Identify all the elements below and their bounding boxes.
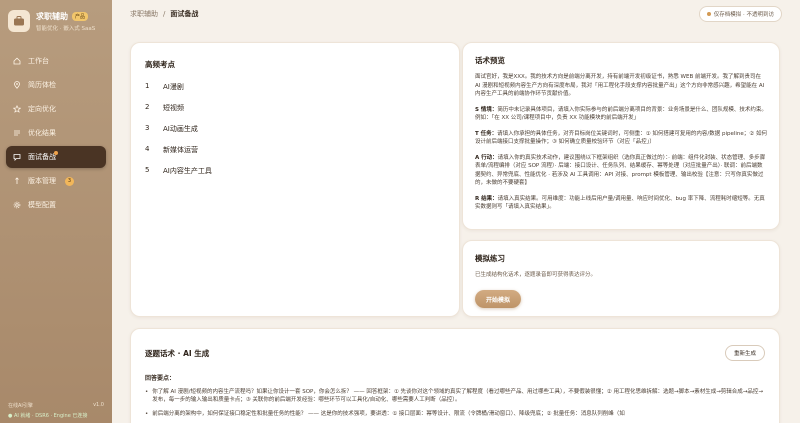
answer-points-label: 回答要点： xyxy=(145,375,176,382)
point-text: AI动画生成 xyxy=(163,125,198,133)
high-frequency-points-card: 高频考点 1 AI漫剧 2 短视频 3 AI动画生成 4 新媒体运营 5 AI内容生产工具 xyxy=(130,42,460,317)
active-dot xyxy=(54,151,58,155)
sidebar-item-label: 版本管理 xyxy=(28,177,56,185)
sidebar-item-label: 模型配置 xyxy=(28,201,56,209)
start-mock-button[interactable]: 开始模拟 xyxy=(475,290,521,308)
points-title: 高频考点 xyxy=(145,60,175,69)
footer-status: ● AI 就绪 · DSR6 · Engine 已连接 xyxy=(8,413,88,419)
topbar: 求职辅助 / 面试备战 仅存档模拟 · 不透明到访 xyxy=(112,0,800,28)
answer-text: 你了解 AI 漫剧/短视频的内容生产流程吗？如果让你设计一套 SOP，你会怎么拆… xyxy=(152,389,764,403)
practice-desc: 已生成结构化话术，逐题录音即可获得表达评分。 xyxy=(475,272,597,278)
version-count-badge: 3 xyxy=(65,176,74,186)
sidebar-item-label: 定向优化 xyxy=(28,105,56,113)
regenerate-button[interactable]: 重新生成 xyxy=(724,345,765,361)
sidebar-item-version-manage[interactable]: 版本管理 3 xyxy=(6,170,106,192)
list-item: 你了解 AI 漫剧/短视频的内容生产流程吗？如果让你设计一套 SOP，你会怎么拆… xyxy=(145,388,765,404)
script-title: 话术预览 xyxy=(475,56,505,65)
points-list: 1 AI漫剧 2 短视频 3 AI动画生成 4 新媒体运营 5 AI内容生产工具 xyxy=(145,82,445,176)
briefcase-icon xyxy=(8,10,30,32)
list-icon xyxy=(14,130,20,136)
generated-title: 逐题话术 · AI 生成 xyxy=(145,348,210,358)
brand: 求职辅助 产品 智能优化 · 嵌入式 SaaS xyxy=(0,0,112,42)
sidebar: 求职辅助 产品 智能优化 · 嵌入式 SaaS 工作台 简历体检 定向优化 优化… xyxy=(0,0,112,423)
sidebar-item-label: 优化结果 xyxy=(28,129,56,137)
s-label: S 情境： xyxy=(475,106,498,113)
chat-icon xyxy=(13,154,21,161)
point-text: AI内容生产工具 xyxy=(163,167,212,175)
mock-practice-card: 模拟练习 已生成结构化话术，逐题录音即可获得表达评分。 开始模拟 xyxy=(462,240,780,317)
app-root: 求职辅助 产品 智能优化 · 嵌入式 SaaS 工作台 简历体检 定向优化 优化… xyxy=(0,0,800,423)
version-icon xyxy=(15,177,19,184)
privacy-label: 仅存档模拟 · 不透明到访 xyxy=(713,12,774,18)
list-item: 3 AI动画生成 xyxy=(145,124,198,133)
home-icon xyxy=(13,57,21,65)
answer-text: 前后端分离的架构中，如何保证接口稳定性和批量任务的性能？ —— 这是你的技术强项… xyxy=(152,411,625,417)
script-t: T 任务：请填入你承担的具体任务，对齐目标岗位关键词时，可侧重：① 如何搭建可复… xyxy=(475,130,767,147)
main-content: 求职辅助 / 面试备战 仅存档模拟 · 不透明到访 高频考点 1 AI漫剧 2 短视… xyxy=(112,0,800,423)
footer-version: v1.0 xyxy=(93,402,104,408)
sidebar-item-resume-check[interactable]: 简历体检 xyxy=(6,74,106,96)
sidebar-item-interview-prep[interactable]: 面试备战 xyxy=(6,146,106,168)
sidebar-item-optimize-results[interactable]: 优化结果 xyxy=(6,122,106,144)
scroll-fade xyxy=(112,28,762,38)
brand-subtitle: 智能优化 · 嵌入式 SaaS xyxy=(36,25,96,32)
sidebar-nav: 工作台 简历体检 定向优化 优化结果 面试备战 版本管理 3 模型配置 xyxy=(0,50,112,216)
star-icon xyxy=(13,105,21,113)
sidebar-item-label: 简历体检 xyxy=(28,81,56,89)
sidebar-item-workbench[interactable]: 工作台 xyxy=(6,50,106,72)
location-icon xyxy=(14,81,20,89)
a-label: A 行动： xyxy=(475,154,498,161)
privacy-dot-icon xyxy=(706,12,711,16)
point-text: 短视频 xyxy=(163,104,184,112)
r-label: R 结果： xyxy=(475,195,498,202)
sidebar-item-label: 工作台 xyxy=(28,57,49,65)
gear-icon xyxy=(13,201,21,209)
t-text: 请填入你承担的具体任务，对齐目标岗位关键词时，可侧重：① 如何搭建可复用的内容/… xyxy=(475,130,767,146)
r-text: 请填入真实结果。可用维度：功能上线后用户量/调用量、响应时间优化、bug 率下降… xyxy=(475,195,765,211)
breadcrumb-separator: / xyxy=(163,10,166,18)
practice-title: 模拟练习 xyxy=(475,254,505,263)
list-item: 5 AI内容生产工具 xyxy=(145,166,212,175)
point-text: AI漫剧 xyxy=(163,83,184,91)
script-intro: 面试官好，我是XXX。我的技术方向是前端分离开发，持有前端开发初级证书，熟悉 W… xyxy=(475,74,765,97)
footer-engine-label: 在线AI引擎 xyxy=(8,403,33,409)
brand-title: 求职辅助 xyxy=(36,11,68,21)
list-item: 2 短视频 xyxy=(145,103,184,112)
list-item: 4 新媒体运营 xyxy=(145,145,198,154)
sidebar-item-model-config[interactable]: 模型配置 xyxy=(6,194,106,216)
t-label: T 任务： xyxy=(475,130,498,137)
a-text: 请填入你的真实技术动作，建议围绕以下框架组织（选你真正做过的）：· 前端：组件化… xyxy=(475,154,766,187)
sidebar-item-label: 面试备战 xyxy=(28,153,56,161)
privacy-chip[interactable]: 仅存档模拟 · 不透明到访 xyxy=(698,6,782,22)
script-a: A 行动：请填入你的真实技术动作，建议围绕以下框架组织（选你真正做过的）：· 前… xyxy=(475,154,767,188)
breadcrumb: 求职辅助 / 面试备战 xyxy=(130,9,198,19)
breadcrumb-current: 面试备战 xyxy=(170,10,199,18)
s-text: 简历中未记录具体项目，请填入你实际参与的前后端分离项目的背景：业务场景是什么、团… xyxy=(475,106,767,122)
answer-list: 你了解 AI 漫剧/短视频的内容生产流程吗？如果让你设计一套 SOP，你会怎么拆… xyxy=(145,388,765,418)
ai-generated-script-card: 逐题话术 · AI 生成 重新生成 回答要点： 你了解 AI 漫剧/短视频的内容… xyxy=(130,328,780,423)
list-item: 1 AI漫剧 xyxy=(145,82,184,91)
script-s: S 情境：简历中未记录具体项目，请填入你实际参与的前后端分离项目的背景：业务场景… xyxy=(475,106,767,123)
sidebar-item-targeted-optimize[interactable]: 定向优化 xyxy=(6,98,106,120)
script-r: R 结果：请填入真实结果。可用维度：功能上线后用户量/调用量、响应时间优化、bu… xyxy=(475,195,767,212)
list-item: 前后端分离的架构中，如何保证接口稳定性和批量任务的性能？ —— 这是你的技术强项… xyxy=(145,410,765,418)
point-text: 新媒体运营 xyxy=(163,146,198,154)
sidebar-footer: 在线AI引擎 v1.0 ● AI 就绪 · DSR6 · Engine 已连接 xyxy=(8,402,104,419)
script-preview-card: 话术预览 面试官好，我是XXX。我的技术方向是前端分离开发，持有前端开发初级证书… xyxy=(462,42,780,230)
breadcrumb-root[interactable]: 求职辅助 xyxy=(130,9,158,19)
brand-badge: 产品 xyxy=(72,11,89,21)
